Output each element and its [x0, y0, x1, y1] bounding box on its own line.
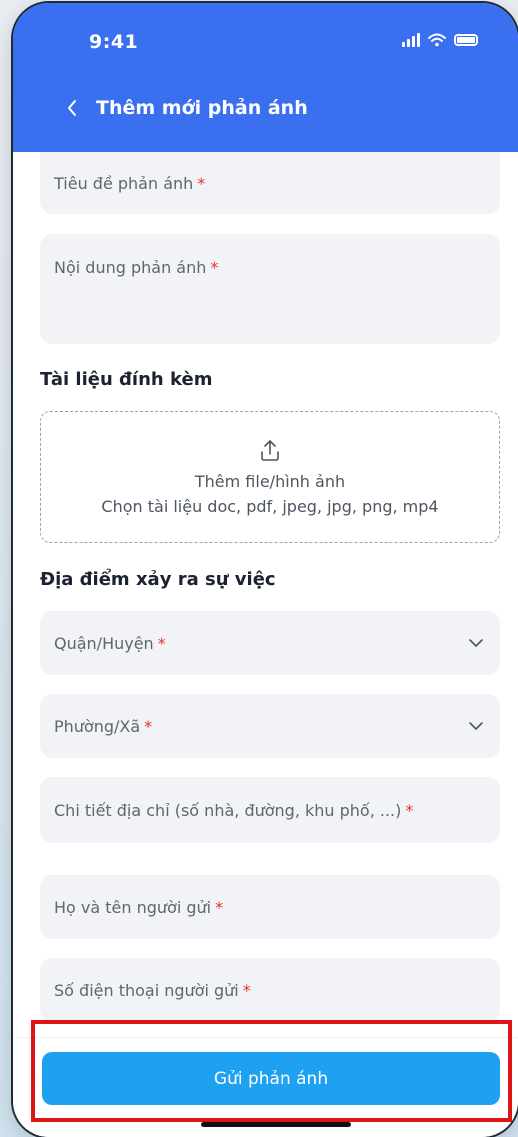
signal-icon [402, 33, 420, 47]
sender-phone-placeholder: Số điện thoại người gửi [54, 980, 239, 1000]
chevron-left-icon [68, 100, 76, 116]
upload-dropzone[interactable]: Thêm file/hình ảnh Chọn tài liệu doc, pd… [40, 411, 500, 543]
required-mark: * [144, 716, 153, 736]
ward-select[interactable]: Phường/Xã * [40, 694, 500, 758]
location-title: Địa điểm xảy ra sự việc [40, 569, 276, 590]
wifi-icon [428, 33, 446, 47]
sender-phone-input[interactable]: Số điện thoại người gửi * [40, 958, 500, 1022]
district-placeholder: Quận/Huyện [54, 633, 154, 653]
sender-name-placeholder: Họ và tên người gửi [54, 897, 212, 917]
address-placeholder: Chi tiết địa chỉ (số nhà, đường, khu phố… [54, 800, 402, 820]
chevron-down-icon [469, 639, 483, 647]
required-mark: * [242, 980, 251, 1000]
required-mark: * [197, 173, 206, 193]
title-input[interactable]: Tiêu đề phản ánh * [40, 152, 500, 214]
chevron-down-icon [469, 722, 483, 730]
highlight-box [31, 1020, 512, 1122]
phone-frame: 9:41 Thêm mới phản ánh Tiêu đề phản ánh *… [13, 3, 518, 1137]
ward-placeholder: Phường/Xã [54, 716, 141, 736]
address-input[interactable]: Chi tiết địa chỉ (số nhà, đường, khu phố… [40, 777, 500, 843]
content-placeholder: Nội dung phản ánh [54, 258, 207, 277]
status-icons [402, 33, 478, 47]
required-mark: * [215, 897, 224, 917]
district-select[interactable]: Quận/Huyện * [40, 611, 500, 675]
status-time: 9:41 [89, 31, 139, 53]
attachments-title: Tài liệu đính kèm [40, 369, 213, 390]
battery-icon [454, 34, 478, 46]
title-placeholder: Tiêu đề phản ánh [54, 173, 194, 193]
upload-label: Thêm file/hình ảnh [194, 472, 346, 491]
sender-name-input[interactable]: Họ và tên người gửi * [40, 875, 500, 939]
required-mark: * [405, 800, 414, 820]
required-mark: * [157, 633, 166, 653]
content-textarea[interactable]: Nội dung phản ánh * [40, 234, 500, 344]
back-button[interactable] [59, 95, 85, 121]
upload-icon [261, 440, 279, 461]
required-mark: * [210, 258, 219, 277]
home-indicator [201, 1122, 351, 1127]
page-title: Thêm mới phản ánh [96, 97, 308, 119]
upload-hint: Chọn tài liệu doc, pdf, jpeg, jpg, png, … [101, 497, 439, 516]
app-header: 9:41 Thêm mới phản ánh [13, 3, 518, 152]
